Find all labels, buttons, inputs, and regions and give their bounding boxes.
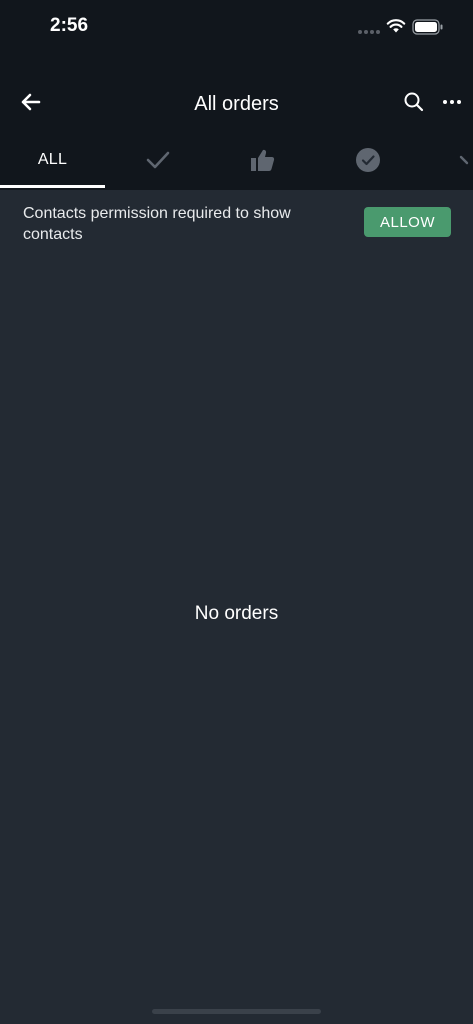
allow-button[interactable]: ALLOW: [364, 207, 451, 237]
wifi-icon: [386, 19, 406, 33]
partial-tab-icon: [459, 155, 469, 165]
more-options-button[interactable]: [440, 90, 464, 114]
app-bar: All orders ALL: [0, 60, 473, 190]
checkmark-icon: [146, 151, 169, 169]
tab-all[interactable]: ALL: [0, 130, 105, 190]
battery-icon: [412, 19, 443, 35]
tab-all-label: ALL: [37, 151, 68, 168]
status-time: 2:56: [50, 15, 89, 36]
permission-message: Contacts permission required to show con…: [23, 205, 291, 243]
tab-completed[interactable]: [315, 130, 420, 190]
more-horizontal-icon: [443, 100, 461, 104]
home-indicator[interactable]: [152, 1009, 321, 1014]
tab-approved[interactable]: [210, 130, 315, 190]
contacts-permission-banner: Contacts permission required to show con…: [0, 190, 473, 250]
search-icon: [404, 92, 424, 112]
active-tab-indicator: [0, 185, 105, 188]
order-filter-tabs: ALL: [0, 130, 473, 190]
empty-state-message: No orders: [194, 603, 279, 624]
cellular-signal-icon: [358, 30, 380, 34]
status-bar: 2:56: [0, 0, 473, 60]
tab-more[interactable]: [420, 130, 473, 190]
thumbs-up-icon: [250, 149, 274, 171]
tab-checked[interactable]: [105, 130, 210, 190]
search-button[interactable]: [402, 90, 426, 114]
check-circle-icon: [355, 148, 380, 172]
